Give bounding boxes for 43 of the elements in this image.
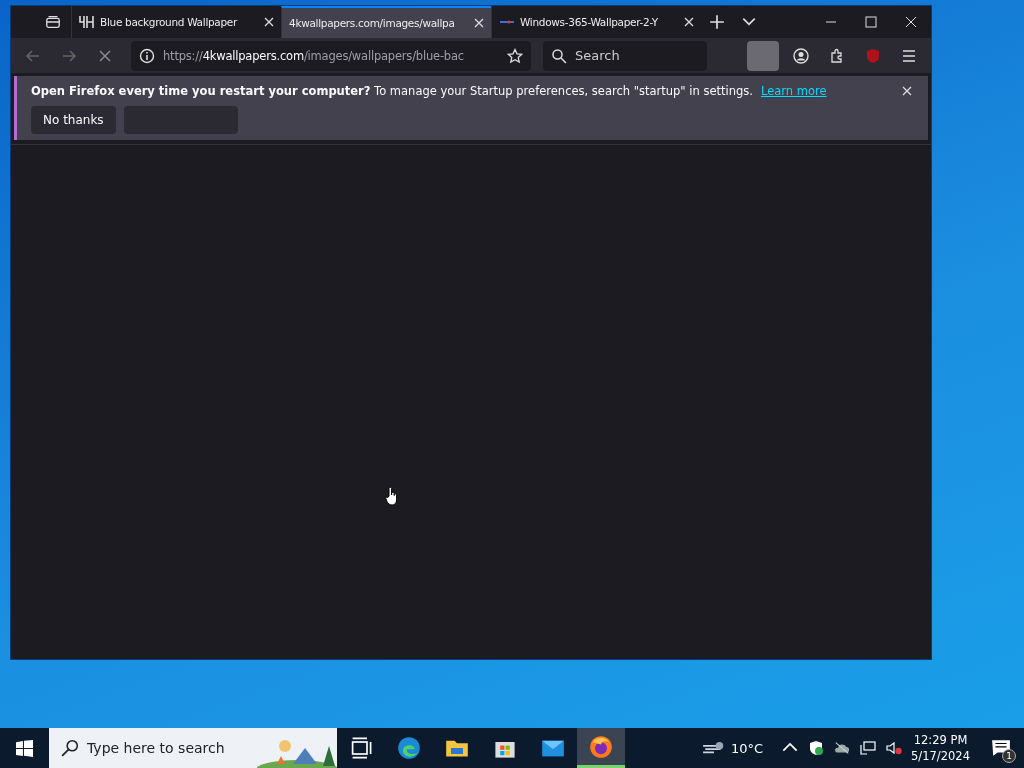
learn-more-link[interactable]: Learn more	[760, 84, 827, 98]
task-view-icon	[349, 736, 373, 760]
taskbar-search-field[interactable]: Type here to search	[49, 728, 337, 768]
search-icon	[551, 47, 567, 64]
maximize-icon[interactable]	[865, 16, 877, 28]
clock-date[interactable]: 5/17/2024	[911, 748, 970, 764]
search-icon	[61, 739, 79, 757]
windows-start-icon[interactable]	[16, 739, 33, 757]
fox-globe-icon	[589, 734, 613, 759]
stop-loading-icon[interactable]	[97, 47, 113, 64]
close-icon[interactable]	[264, 17, 274, 27]
hand-cursor-icon	[385, 485, 399, 507]
account-icon[interactable]	[793, 47, 809, 64]
notification-count-badge: 1	[1002, 749, 1016, 763]
info-icon[interactable]	[139, 47, 155, 64]
back-arrow-icon[interactable]	[25, 47, 41, 64]
clock-time[interactable]: 12:29 PM	[913, 732, 968, 748]
tab-list-icon[interactable]	[45, 14, 61, 30]
close-icon[interactable]	[905, 16, 917, 28]
temperature-text: 10°C	[730, 740, 764, 756]
security-shield-icon[interactable]	[808, 740, 825, 756]
url-text: https://4kwallpapers.com/images/wallpapers/blue-bac	[163, 48, 465, 63]
forward-arrow-icon[interactable]	[61, 47, 77, 64]
menu-icon[interactable]	[901, 47, 917, 64]
puzzle-icon[interactable]	[829, 47, 845, 64]
search-field[interactable]: Search	[543, 40, 707, 71]
no-thanks-button[interactable]: No thanks	[31, 106, 116, 134]
cloud-off-icon[interactable]	[834, 740, 851, 756]
browser-tab[interactable]: 4kwallpapers.com/images/wallpa	[281, 6, 491, 38]
star-icon[interactable]	[507, 47, 523, 64]
toolbar-button[interactable]	[747, 40, 779, 71]
swirl-logo-icon	[397, 736, 421, 760]
network-icon[interactable]	[860, 740, 877, 756]
close-icon[interactable]	[902, 86, 912, 96]
address-bar[interactable]: https://4kwallpapers.com/images/wallpapers/blue-bac	[131, 40, 531, 71]
new-tab-icon[interactable]	[709, 14, 725, 30]
close-icon[interactable]	[684, 17, 694, 27]
speaker-muted-icon[interactable]	[886, 740, 903, 756]
notification-message: Open Firefox every time you restart your computer? To manage your Startup preferences, search "startup" in settings.	[31, 84, 753, 98]
site-logo-icon	[79, 15, 95, 29]
taskbar-app-button[interactable]	[577, 728, 625, 768]
close-icon[interactable]	[474, 18, 484, 28]
notification-center-icon[interactable]	[991, 739, 1011, 757]
